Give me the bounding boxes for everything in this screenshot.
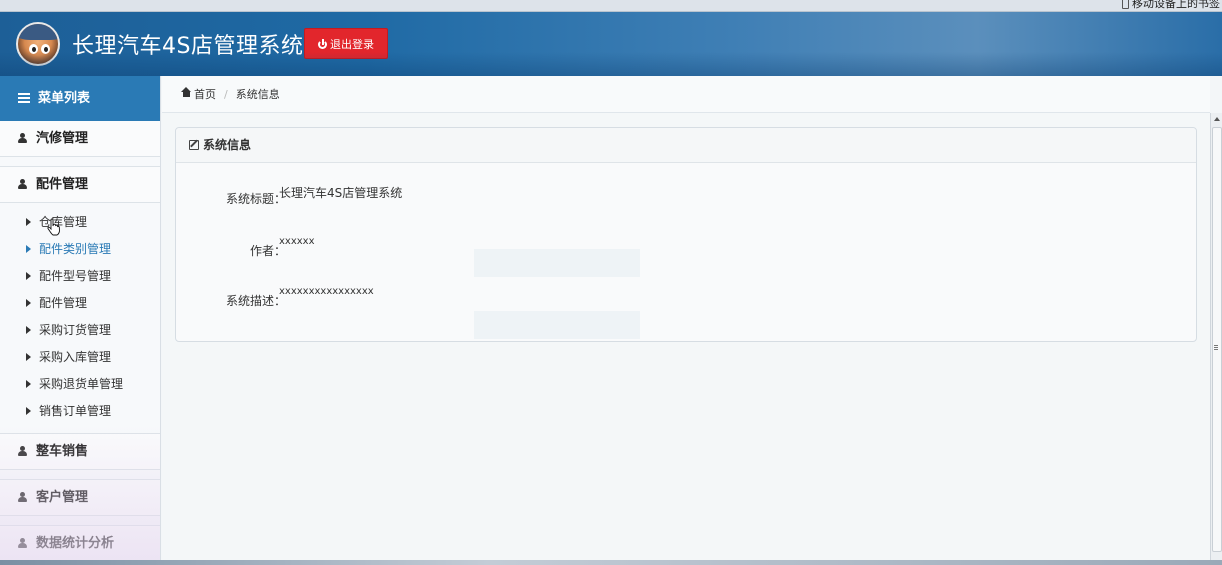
hand-cursor-icon	[47, 218, 60, 236]
sidebar-group-parts[interactable]: 配件管理	[0, 167, 160, 203]
home-icon	[181, 87, 191, 98]
window-bottom-edge	[0, 560, 1222, 565]
menu-list-title: 菜单列表	[38, 91, 91, 106]
mobile-bookmarks-link[interactable]: 移动设备上的书签	[1122, 0, 1220, 11]
sidebar-item-label: 采购入库管理	[39, 350, 112, 364]
parts-submenu: 仓库管理 配件类别管理 配件型号管理 配件管理 采购订货管理 采购入库管理 采购…	[0, 203, 160, 434]
sidebar-item-parts[interactable]: 配件管理	[0, 290, 160, 317]
sidebar: 菜单列表 汽修管理 配件管理 仓库管理 配件类别管理 配件型号管理 配件管理 采…	[0, 76, 161, 565]
caret-right-icon	[26, 326, 31, 334]
sidebar-item-label: 配件类别管理	[39, 242, 112, 256]
sidebar-group-label: 整车销售	[36, 444, 89, 459]
breadcrumb-home-label: 首页	[194, 88, 216, 101]
breadcrumb-home[interactable]: 首页	[181, 87, 216, 101]
user-icon	[18, 133, 27, 143]
sidebar-item-purchase-inbound[interactable]: 采购入库管理	[0, 344, 160, 371]
sidebar-group-customers[interactable]: 客户管理	[0, 480, 160, 516]
scrollbar-thumb[interactable]	[1212, 127, 1222, 552]
sidebar-item-label: 销售订单管理	[39, 404, 112, 418]
main-content: 首页 / 系统信息 系统信息 系统标题： 长理汽车4S店管理系统 作者： xxxxx…	[162, 76, 1210, 565]
sidebar-group-vehicle-sales[interactable]: 整车销售	[0, 434, 160, 470]
mobile-bookmarks-label: 移动设备上的书签	[1132, 0, 1220, 10]
sidebar-item-purchase-order[interactable]: 采购订货管理	[0, 317, 160, 344]
panel-title: 系统信息	[203, 138, 252, 152]
user-icon	[18, 179, 27, 189]
logout-label: 退出登录	[330, 38, 374, 51]
sidebar-item-label: 配件型号管理	[39, 269, 112, 283]
field-description: 系统描述： xxxxxxxxxxxxxxxx	[176, 286, 576, 312]
app-header: 长理汽车4S店管理系统 退出登录	[0, 12, 1222, 76]
field-label: 系统标题：	[225, 192, 286, 206]
sidebar-group-repair[interactable]: 汽修管理	[0, 121, 160, 157]
breadcrumb-current: 系统信息	[235, 88, 280, 101]
caret-right-icon	[26, 380, 31, 388]
field-value: xxxxxx	[279, 236, 315, 247]
menu-list-header[interactable]: 菜单列表	[0, 76, 160, 121]
caret-right-icon	[26, 407, 31, 415]
logout-button[interactable]: 退出登录	[304, 28, 388, 59]
sidebar-item-warehouse[interactable]: 仓库管理	[0, 209, 160, 236]
breadcrumb-separator: /	[224, 88, 228, 101]
breadcrumb: 首页 / 系统信息	[162, 76, 1210, 113]
caret-right-icon	[26, 353, 31, 361]
browser-bookmark-bar: 移动设备上的书签	[0, 0, 1222, 12]
field-value: 长理汽车4S店管理系统	[279, 186, 403, 200]
sidebar-item-label: 采购退货单管理	[39, 377, 124, 391]
mobile-device-icon	[1122, 0, 1129, 9]
field-author: 作者： xxxxxx	[176, 236, 576, 262]
sidebar-item-sales-order[interactable]: 销售订单管理	[0, 398, 160, 425]
user-icon	[18, 446, 27, 456]
sidebar-group-label: 配件管理	[36, 177, 89, 192]
sidebar-item-parts-category[interactable]: 配件类别管理	[0, 236, 160, 263]
edit-icon	[189, 140, 199, 150]
scroll-up-icon[interactable]	[1214, 117, 1220, 121]
system-info-panel: 系统信息 系统标题： 长理汽车4S店管理系统 作者： xxxxxx 系统描述： …	[175, 127, 1197, 342]
sidebar-item-parts-model[interactable]: 配件型号管理	[0, 263, 160, 290]
field-label: 系统描述：	[225, 294, 286, 308]
sidebar-group-statistics[interactable]: 数据统计分析	[0, 526, 160, 562]
sidebar-item-label: 配件管理	[39, 296, 88, 310]
user-icon	[18, 538, 27, 548]
sidebar-group-label: 汽修管理	[36, 131, 89, 146]
sidebar-item-purchase-return[interactable]: 采购退货单管理	[0, 371, 160, 398]
avatar	[16, 22, 60, 66]
scroll-grip-icon	[1214, 345, 1218, 350]
vertical-scrollbar[interactable]	[1210, 113, 1222, 565]
list-icon	[18, 93, 30, 103]
caret-right-icon	[26, 299, 31, 307]
sidebar-group-label: 数据统计分析	[36, 536, 115, 551]
field-system-title: 系统标题： 长理汽车4S店管理系统	[176, 186, 576, 210]
app-title: 长理汽车4S店管理系统	[72, 34, 304, 59]
caret-right-icon	[26, 272, 31, 280]
caret-right-icon	[26, 245, 31, 253]
user-icon	[18, 492, 27, 502]
power-icon	[318, 39, 327, 49]
field-value: xxxxxxxxxxxxxxxx	[279, 286, 374, 297]
field-label: 作者：	[249, 244, 286, 258]
sidebar-item-label: 采购订货管理	[39, 323, 112, 337]
caret-right-icon	[26, 218, 31, 226]
sidebar-group-label: 客户管理	[36, 490, 89, 505]
panel-heading: 系统信息	[176, 128, 1196, 163]
